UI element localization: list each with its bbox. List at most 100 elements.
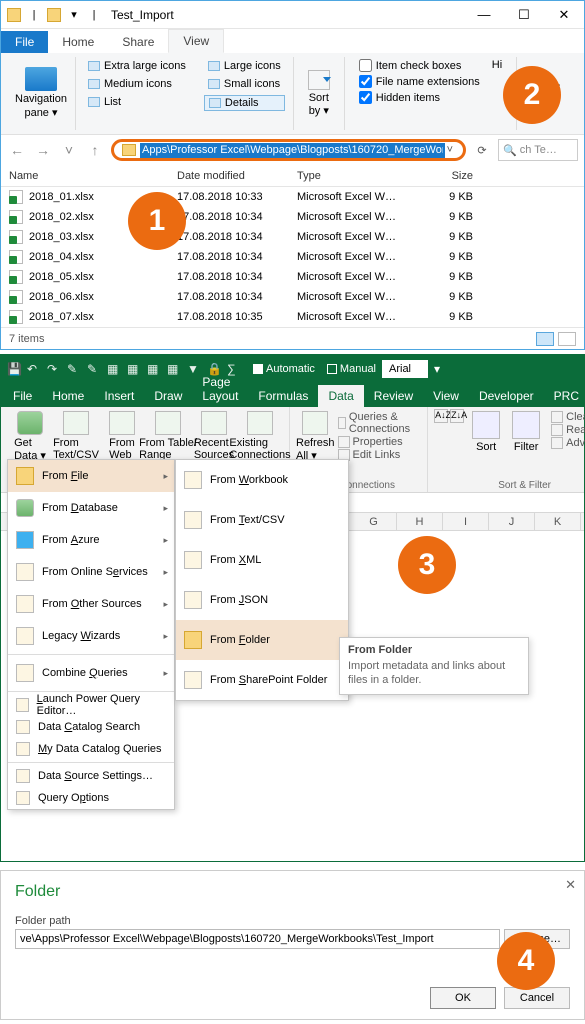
tab-formulas[interactable]: Formulas <box>248 385 318 407</box>
border-icon[interactable]: ▦ <box>127 362 141 376</box>
reapply-filter[interactable]: Reapply <box>551 424 585 436</box>
undo-icon[interactable]: ↶ <box>27 362 41 376</box>
address-dropdown[interactable]: ˅ <box>445 144 455 156</box>
tab-home[interactable]: Home <box>42 385 94 407</box>
tab-developer[interactable]: Developer <box>469 385 544 407</box>
save-icon[interactable]: 💾 <box>7 362 21 376</box>
submenu-workbook[interactable]: From Workbook <box>176 460 348 500</box>
navigation-pane-button[interactable]: Navigation pane ▾ <box>15 67 67 119</box>
hide-selected-button[interactable]: Hi <box>486 59 508 71</box>
advanced-filter[interactable]: Advanced <box>551 437 585 449</box>
refresh-all-button[interactable]: Refresh All ▾ <box>296 409 335 462</box>
pivot-icon[interactable]: ▦ <box>147 362 161 376</box>
filter-button[interactable]: Filter <box>508 409 544 453</box>
submenu-json[interactable]: From JSON <box>176 580 348 620</box>
up-button[interactable]: ↑ <box>85 140 105 160</box>
layout-list[interactable]: List <box>84 95 190 109</box>
chart-icon[interactable]: ∑ <box>227 362 241 376</box>
check-file-extensions[interactable]: File name extensions <box>359 75 480 88</box>
properties-item[interactable]: Properties <box>338 436 422 448</box>
tab-insert[interactable]: Insert <box>94 385 144 407</box>
tab-file[interactable]: File <box>1 31 48 53</box>
tab-view[interactable]: View <box>423 385 469 407</box>
submenu-folder[interactable]: From Folder <box>176 620 348 660</box>
folder-path-input[interactable] <box>15 929 500 949</box>
brush-icon[interactable]: ✎ <box>67 362 81 376</box>
file-row[interactable]: 2018_03.xlsx17.08.2018 10:34Microsoft Ex… <box>1 227 584 247</box>
freeze-icon[interactable]: ▦ <box>167 362 181 376</box>
tab-page-layout[interactable]: Page Layout <box>192 371 248 407</box>
menu-ds-settings[interactable]: Data Source Settings… <box>8 765 174 787</box>
queries-connections-item[interactable]: Queries & Connections <box>338 411 422 435</box>
lock-icon[interactable]: 🔒 <box>207 362 221 376</box>
details-view-toggle[interactable] <box>536 332 554 346</box>
layout-extra-large[interactable]: Extra large icons <box>84 59 190 73</box>
menu-from-azure[interactable]: From Azure▸ <box>8 524 174 556</box>
col-k[interactable]: K <box>535 513 581 530</box>
col-date[interactable]: Date modified <box>177 170 297 182</box>
cancel-button[interactable]: Cancel <box>504 987 570 1009</box>
calc-automatic[interactable]: Automatic <box>253 363 315 375</box>
tab-review[interactable]: Review <box>364 385 423 407</box>
tab-data[interactable]: Data <box>318 385 363 407</box>
check-hidden-items[interactable]: Hidden items <box>359 91 480 104</box>
maximize-button[interactable]: ☐ <box>504 1 544 29</box>
tab-prc[interactable]: PRC <box>544 385 585 407</box>
redo-icon[interactable]: ↷ <box>47 362 61 376</box>
close-button[interactable]: ✕ <box>565 877 576 893</box>
menu-from-file[interactable]: From File▸ <box>8 460 174 492</box>
menu-my-catalog[interactable]: My Data Catalog Queries <box>8 738 174 760</box>
calc-manual[interactable]: Manual <box>327 363 376 375</box>
menu-combine[interactable]: Combine Queries▸ <box>8 657 174 689</box>
forward-button[interactable]: → <box>33 140 53 160</box>
menu-catalog-search[interactable]: Data Catalog Search <box>8 716 174 738</box>
col-j[interactable]: J <box>489 513 535 530</box>
col-i[interactable]: I <box>443 513 489 530</box>
col-name[interactable]: Name <box>9 170 177 182</box>
file-row[interactable]: 2018_02.xlsx17.08.2018 10:34Microsoft Ex… <box>1 207 584 227</box>
submenu-textcsv[interactable]: From Text/CSV <box>176 500 348 540</box>
ok-button[interactable]: OK <box>430 987 496 1009</box>
qat-overflow[interactable]: ▾ <box>67 8 81 22</box>
calc-icon[interactable]: ▦ <box>107 362 121 376</box>
get-data-button[interactable]: Get Data ▾ <box>7 409 53 462</box>
clear-filter[interactable]: Clear <box>551 411 585 423</box>
address-bar[interactable]: ˅ <box>111 139 466 161</box>
tab-view[interactable]: View <box>168 29 224 53</box>
submenu-xml[interactable]: From XML <box>176 540 348 580</box>
tab-file[interactable]: File <box>3 385 42 407</box>
font-selector[interactable]: Arial <box>382 360 428 378</box>
layout-details[interactable]: Details <box>204 95 285 111</box>
col-h[interactable]: H <box>397 513 443 530</box>
brush-fill-icon[interactable]: ✎ <box>87 362 101 376</box>
sort-button[interactable]: Sort <box>468 409 504 453</box>
submenu-sharepoint[interactable]: From SharePoint Folder <box>176 660 348 700</box>
file-row[interactable]: 2018_01.xlsx17.08.2018 10:33Microsoft Ex… <box>1 187 584 207</box>
close-button[interactable]: ✕ <box>544 1 584 29</box>
search-box[interactable]: 🔍 ch Te… <box>498 139 578 161</box>
col-g[interactable]: G <box>351 513 397 530</box>
tab-home[interactable]: Home <box>48 31 108 53</box>
layout-medium[interactable]: Medium icons <box>84 77 190 91</box>
from-textcsv-button[interactable]: From Text/CSV <box>53 409 99 462</box>
menu-launch-pq[interactable]: Launch Power Query Editor… <box>8 694 174 716</box>
col-size[interactable]: Size <box>413 170 493 182</box>
back-button[interactable]: ← <box>7 140 27 160</box>
menu-from-database[interactable]: From Database▸ <box>8 492 174 524</box>
address-input[interactable] <box>140 143 445 158</box>
edit-links-item[interactable]: Edit Links <box>338 449 422 461</box>
from-table-button[interactable]: From Table/ Range <box>145 409 191 462</box>
layout-small[interactable]: Small icons <box>204 77 285 91</box>
menu-from-other[interactable]: From Other Sources▸ <box>8 588 174 620</box>
minimize-button[interactable]: — <box>464 1 504 29</box>
file-row[interactable]: 2018_06.xlsx17.08.2018 10:34Microsoft Ex… <box>1 287 584 307</box>
layout-large[interactable]: Large icons <box>204 59 285 73</box>
menu-query-options[interactable]: Query Options <box>8 787 174 809</box>
filter-icon[interactable]: ▼ <box>187 362 201 376</box>
file-row[interactable]: 2018_07.xlsx17.08.2018 10:35Microsoft Ex… <box>1 307 584 327</box>
menu-legacy[interactable]: Legacy Wizards▸ <box>8 620 174 652</box>
existing-conn-button[interactable]: Existing Connections <box>237 409 283 462</box>
sort-by-button[interactable]: Sort by ▾ <box>302 70 336 117</box>
thumbnails-view-toggle[interactable] <box>558 332 576 346</box>
recent-locations[interactable]: ˅ <box>59 140 79 160</box>
